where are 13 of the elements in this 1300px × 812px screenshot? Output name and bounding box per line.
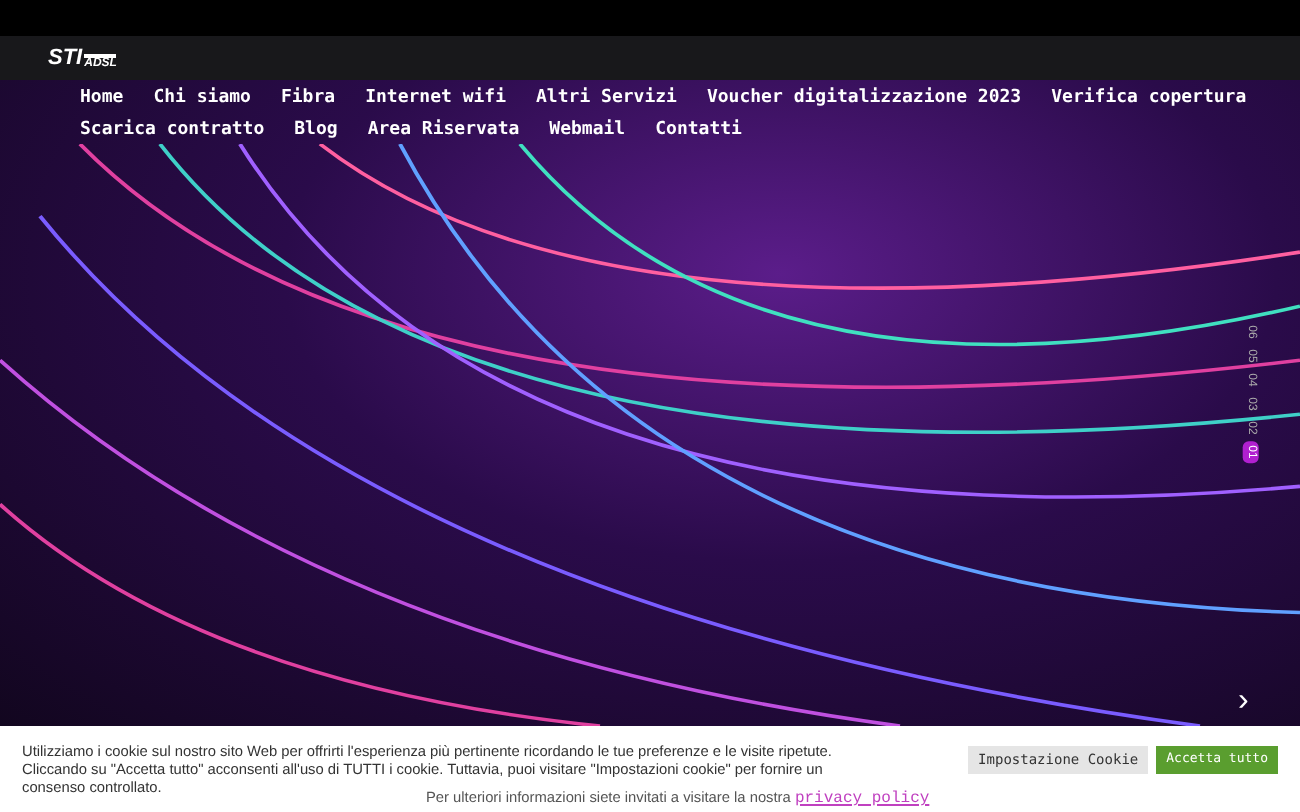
nav-link[interactable]: Fibra (280, 84, 336, 112)
nav-link[interactable]: Internet wifi (365, 84, 507, 112)
nav-link[interactable]: Chi siamo (153, 84, 251, 112)
nav-link[interactable]: Home (80, 84, 124, 112)
nav-link[interactable]: Blog (294, 116, 338, 144)
nav-link[interactable]: Contatti (655, 116, 742, 144)
nav-link[interactable]: Scarica contratto (80, 116, 265, 144)
nav-link[interactable]: Altri Servizi (536, 84, 677, 112)
next-slide-button[interactable]: › (1238, 686, 1249, 718)
nav-link[interactable]: Webmail (549, 116, 626, 144)
nav-link[interactable]: Area Riservata (367, 116, 520, 144)
nav-link[interactable]: Voucher digitalizzazione 2023 (706, 84, 1022, 112)
nav-link[interactable]: Verifica copertura (1051, 84, 1247, 112)
